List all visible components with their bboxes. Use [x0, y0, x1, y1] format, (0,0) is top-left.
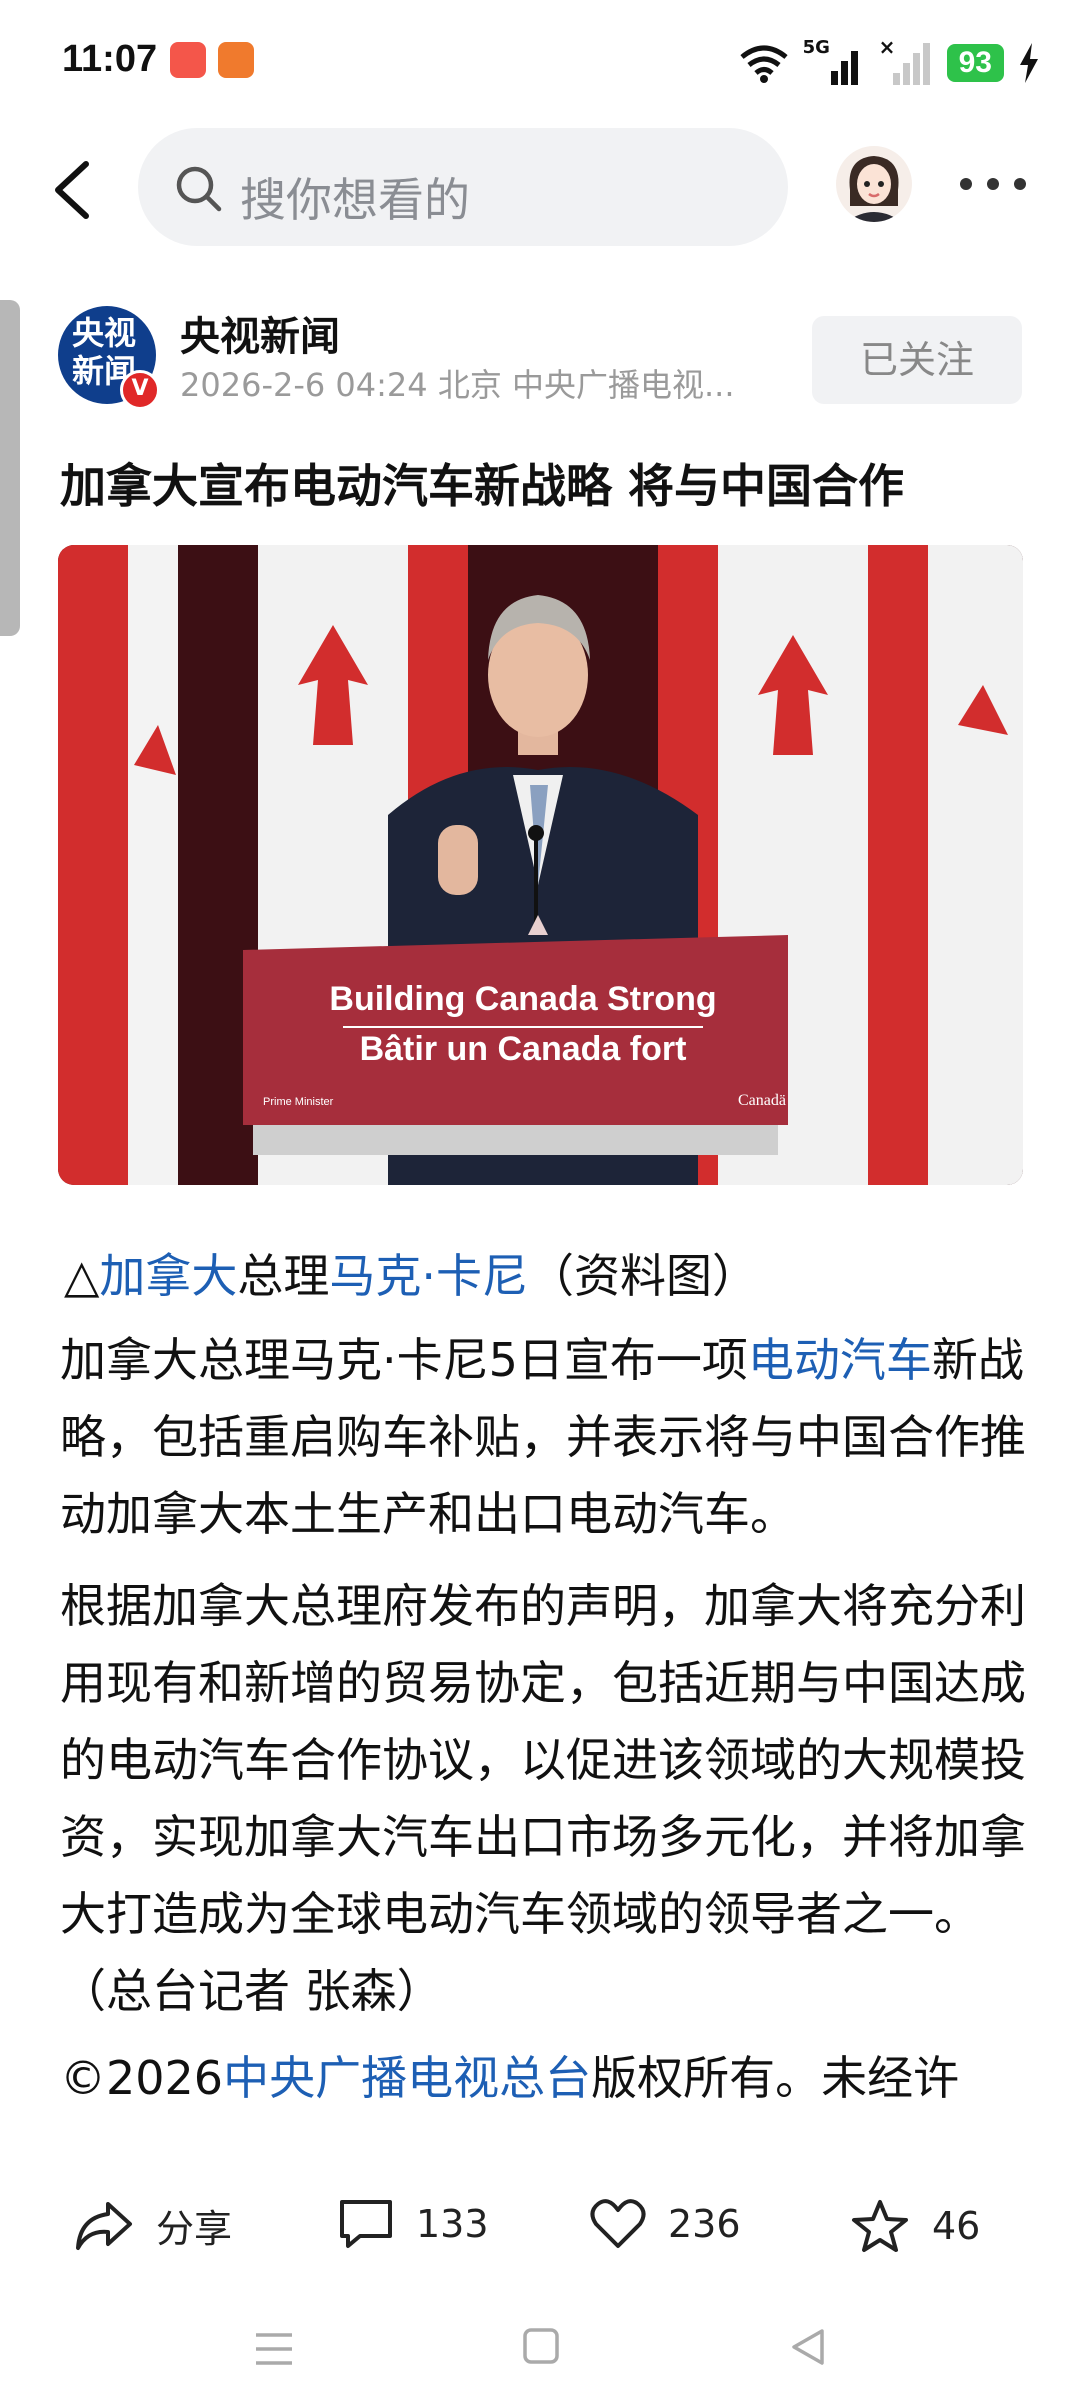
logo-text-line1: 央视: [72, 314, 137, 352]
article-paragraph-2: 根据加拿大总理府发布的声明，加拿大将充分利用现有和新增的贸易协定，包括近期与中国…: [60, 1579, 1026, 2018]
action-bar: 分享 133 236 46: [0, 2170, 1080, 2280]
like-button[interactable]: 236: [590, 2198, 741, 2250]
article-photo[interactable]: Building Canada Strong Bâtir un Canada f…: [58, 545, 1023, 1185]
notification-app-icon: [170, 42, 206, 78]
caption-triangle: △: [64, 1249, 100, 1303]
user-avatar[interactable]: [836, 146, 912, 222]
system-nav-bar: [0, 2285, 1080, 2400]
network-type-label: 5G: [802, 37, 830, 58]
likes-count: 236: [668, 2202, 741, 2246]
para1-link-ev[interactable]: 电动汽车: [748, 1333, 932, 1387]
battery-level: 93: [946, 44, 1004, 82]
favorite-button[interactable]: 46: [850, 2198, 980, 2254]
photo-caption: △加拿大总理马克·卡尼（资料图）: [64, 1240, 758, 1306]
follow-button[interactable]: 已关注: [812, 316, 1022, 404]
search-icon: [176, 166, 222, 212]
author-logo[interactable]: 央视 新闻 V: [58, 306, 160, 410]
star-icon: [852, 2200, 908, 2252]
author-row: 央视 新闻 V 央视新闻 2026-2-6 04:24 北京 中央广播电视...…: [58, 300, 1038, 410]
search-bar[interactable]: 搜你想看的: [138, 128, 788, 246]
notification-app-icon: [218, 42, 254, 78]
caption-text: 总理: [237, 1249, 330, 1303]
verified-badge: V: [120, 370, 160, 410]
para1-text-a: 加拿大总理马克·卡尼5日宣布一项: [60, 1333, 748, 1387]
copyright-link-cmg[interactable]: 中央广播电视总台: [223, 2051, 591, 2105]
podium-small-right: Canadä: [738, 1092, 786, 1109]
author-name[interactable]: 央视新闻: [180, 304, 340, 362]
side-drawer-handle[interactable]: [0, 300, 20, 636]
comment-icon: [340, 2200, 392, 2248]
copyright-notice: ©2026中央广播电视总台版权所有。未经许: [60, 2040, 1026, 2117]
more-options-icon[interactable]: [960, 178, 1026, 194]
signal-secondary-icon: ×: [877, 35, 933, 85]
podium-sign-line2: Bâtir un Canada fort: [360, 1030, 687, 1068]
status-time: 11:07: [62, 38, 158, 80]
caption-link-canada[interactable]: 加拿大: [99, 1249, 237, 1303]
post-meta: 2026-2-6 04:24 北京 中央广播电视...: [180, 366, 735, 404]
home-square-icon[interactable]: [522, 2327, 560, 2365]
search-placeholder: 搜你想看的: [240, 173, 470, 227]
comments-count: 133: [416, 2202, 489, 2246]
share-button[interactable]: 分享: [74, 2198, 232, 2253]
copyright-text-b: 版权所有。未经许: [591, 2051, 960, 2105]
photo-illustration: Building Canada Strong Bâtir un Canada f…: [58, 545, 1023, 1185]
article-headline: 加拿大宣布电动汽车新战略 将与中国合作: [60, 459, 905, 513]
charging-bolt-icon: [1020, 43, 1038, 83]
recents-menu-icon[interactable]: [252, 2329, 296, 2369]
signal-5g-icon: 5G: [803, 37, 863, 85]
copyright-text-a: ©2026: [60, 2051, 224, 2105]
back-arrow-icon[interactable]: [46, 160, 106, 220]
podium-small-left: Prime Minister: [263, 1096, 334, 1108]
article-paragraph-1: 加拿大总理马克·卡尼5日宣布一项电动汽车新战略，包括重启购车补贴，并表示将与中国…: [60, 1322, 1026, 1553]
caption-link-carney[interactable]: 马克·卡尼: [329, 1249, 528, 1303]
top-bar: 搜你想看的: [0, 120, 1080, 250]
favorites-count: 46: [932, 2204, 981, 2248]
caption-suffix: （资料图）: [528, 1249, 759, 1303]
heart-icon: [590, 2199, 646, 2248]
wifi-icon: [740, 45, 788, 83]
podium-sign-line1: Building Canada Strong: [329, 980, 716, 1018]
share-icon: [76, 2201, 132, 2250]
share-label: 分享: [156, 2207, 233, 2251]
comments-button[interactable]: 133: [338, 2198, 489, 2250]
back-triangle-icon[interactable]: [788, 2327, 828, 2367]
status-icons: 5G × 93: [739, 35, 1040, 88]
status-bar: 11:07 5G × 93: [0, 0, 1080, 120]
avatar-illustration: [846, 156, 902, 222]
